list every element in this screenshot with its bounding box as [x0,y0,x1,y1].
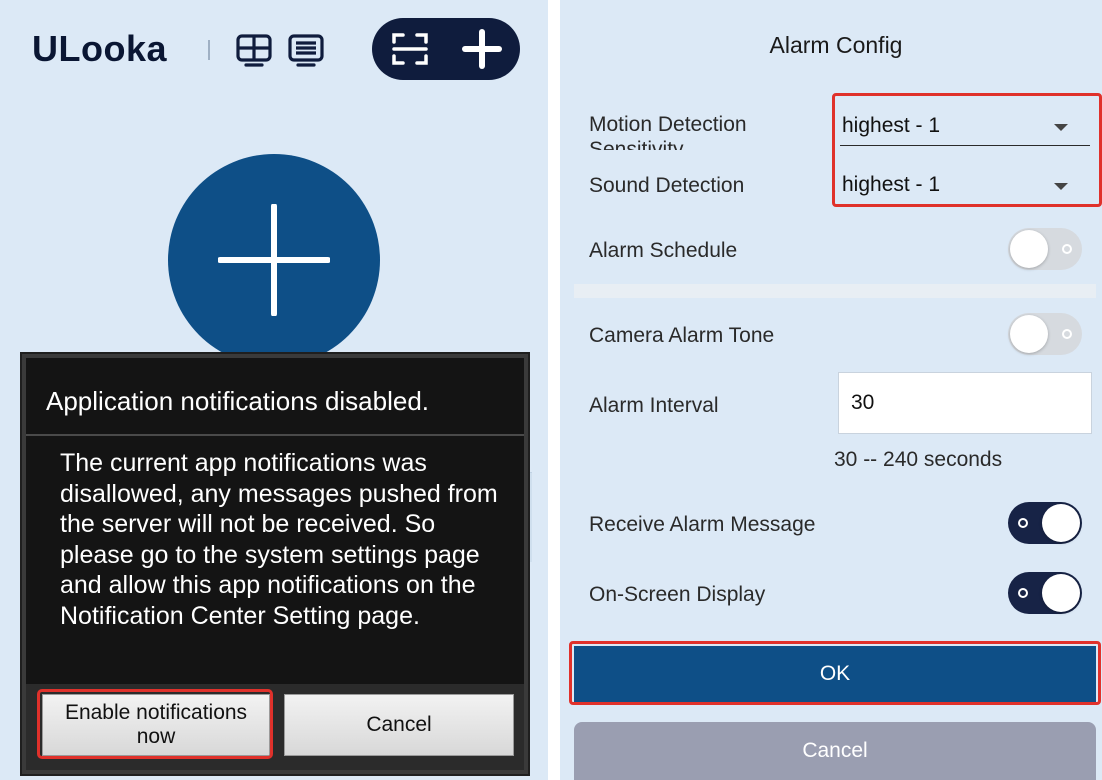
toggle-indicator [1062,329,1072,339]
enable-notifications-button[interactable]: Enable notifications now [42,694,270,756]
toggle-knob [1010,230,1048,268]
on-screen-display-toggle[interactable] [1008,572,1082,614]
dialog-button-bar: Enable notifications now Cancel [26,684,524,770]
scan-icon[interactable] [390,29,430,69]
motion-sensitivity-select[interactable]: highest - 1 [840,104,1090,146]
page-title: Alarm Config [769,32,903,58]
toggle-knob [1010,315,1048,353]
cancel-button[interactable]: Cancel [574,722,1096,780]
dialog-cancel-button[interactable]: Cancel [284,694,514,756]
sound-detection-value: highest - 1 [842,173,941,196]
grid-view-icon[interactable] [234,30,274,70]
receive-alarm-message-label: Receive Alarm Message [589,513,816,536]
ok-button[interactable]: OK [574,646,1096,702]
chevron-down-icon [1054,124,1068,131]
receive-alarm-message-toggle[interactable] [1008,502,1082,544]
add-icon [218,204,330,316]
alarm-schedule-label: Alarm Schedule [589,239,738,262]
header-divider [208,40,210,60]
plus-icon[interactable] [462,29,502,69]
motion-sensitivity-value: highest - 1 [842,114,941,137]
alarm-interval-input[interactable] [838,372,1092,434]
home-screen: ULooka Application notifications disable… [0,0,548,780]
sound-detection-label: Sound Detection [589,174,745,197]
toggle-indicator [1062,244,1072,254]
toggle-knob [1042,574,1080,612]
toggle-knob [1042,504,1080,542]
app-title: ULooka [32,28,168,69]
interval-range-hint: 30 -- 240 seconds [834,448,1003,471]
toggle-indicator [1018,588,1028,598]
on-screen-display-label: On-Screen Display [589,583,766,606]
motion-detection-label: Motion Detection Sensitivity [589,113,747,150]
chevron-down-icon [1054,183,1068,190]
dialog-divider [26,434,524,436]
camera-alarm-tone-label: Camera Alarm Tone [589,324,775,347]
notification-disabled-dialog: Application notifications disabled. The … [22,354,528,774]
toggle-indicator [1018,518,1028,528]
list-view-icon[interactable] [286,30,326,70]
header-action-pill [372,18,520,80]
alarm-schedule-toggle[interactable] [1008,228,1082,270]
dialog-title: Application notifications disabled. [46,386,430,416]
alarm-interval-label: Alarm Interval [589,394,719,417]
section-divider [574,284,1096,298]
camera-alarm-tone-toggle[interactable] [1008,313,1082,355]
add-device-button[interactable] [168,154,380,366]
sound-detection-select[interactable]: highest - 1 [840,163,1090,205]
alarm-config-screen: Alarm Config Motion Detection Sensitivit… [560,0,1102,780]
dialog-message: The current app notifications was disall… [60,449,498,630]
